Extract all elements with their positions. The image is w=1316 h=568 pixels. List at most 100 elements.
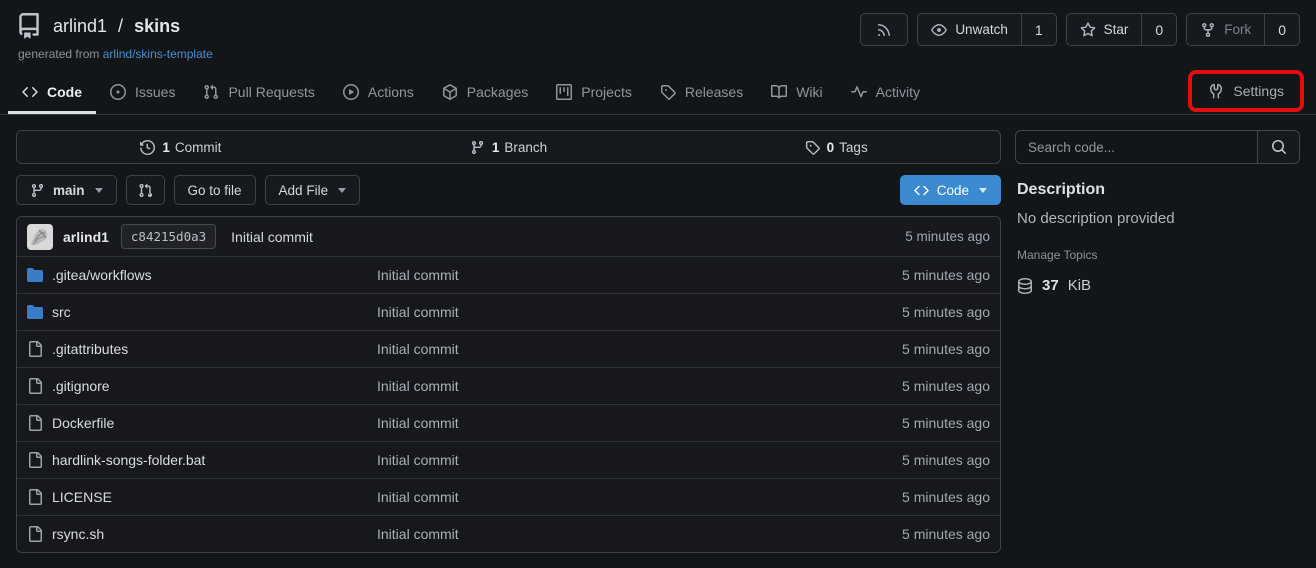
tag-icon <box>660 84 676 100</box>
branches-label: Branch <box>504 140 547 155</box>
file-name: .gitea/workflows <box>52 267 152 283</box>
repo-size: 37 KiB <box>1017 277 1298 294</box>
repo-size-unit: KiB <box>1068 277 1091 294</box>
go-to-file-button[interactable]: Go to file <box>174 175 256 205</box>
stars-count[interactable]: 0 <box>1141 14 1176 45</box>
file-commit-message[interactable]: Initial commit <box>377 489 902 505</box>
watchers-count[interactable]: 1 <box>1021 14 1056 45</box>
file-commit-time: 5 minutes ago <box>902 489 990 505</box>
chevron-down-icon <box>979 188 987 193</box>
file-row: rsync.sh Initial commit 5 minutes ago <box>17 515 1000 552</box>
avatar[interactable] <box>27 224 53 250</box>
star-button[interactable]: Star <box>1067 14 1142 45</box>
unwatch-button[interactable]: Unwatch <box>918 14 1021 45</box>
add-file-button[interactable]: Add File <box>265 175 361 205</box>
fork-button[interactable]: Fork <box>1187 14 1264 45</box>
tab-activity-label: Activity <box>876 84 920 100</box>
folder-icon <box>27 267 43 283</box>
tab-issues[interactable]: Issues <box>96 71 189 114</box>
repo-name-link[interactable]: skins <box>134 16 180 37</box>
play-circle-icon <box>343 84 359 100</box>
file-commit-message[interactable]: Initial commit <box>377 304 902 320</box>
branches-stat[interactable]: 1 Branch <box>345 131 673 163</box>
file-name: LICENSE <box>52 489 112 505</box>
file-row: hardlink-songs-folder.bat Initial commit… <box>17 441 1000 478</box>
tab-releases-label: Releases <box>685 84 743 100</box>
settings-highlight-annotation: Settings <box>1188 70 1304 112</box>
forks-count[interactable]: 0 <box>1264 14 1299 45</box>
watch-button-group: Unwatch 1 <box>917 13 1056 46</box>
code-button-label: Code <box>937 183 969 198</box>
file-commit-time: 5 minutes ago <box>902 304 990 320</box>
tab-settings[interactable]: Settings <box>1192 74 1300 108</box>
file-commit-message[interactable]: Initial commit <box>377 378 902 394</box>
tab-activity[interactable]: Activity <box>837 71 934 114</box>
tab-pull-requests[interactable]: Pull Requests <box>189 71 328 114</box>
package-icon <box>442 84 458 100</box>
file-row: .gitignore Initial commit 5 minutes ago <box>17 367 1000 404</box>
file-commit-time: 5 minutes ago <box>902 526 990 542</box>
fork-button-group: Fork 0 <box>1186 13 1300 46</box>
tools-icon <box>1208 83 1224 99</box>
compare-branches-button[interactable] <box>126 175 165 205</box>
commit-sha-link[interactable]: c84215d0a3 <box>121 224 216 249</box>
repo-title: arlind1 / skins <box>16 13 213 39</box>
main-column: 1 Commit 1 Branch 0 Tags main <box>16 130 1001 553</box>
tab-releases[interactable]: Releases <box>646 71 757 114</box>
tab-packages[interactable]: Packages <box>428 71 542 114</box>
manage-topics-link[interactable]: Manage Topics <box>1017 248 1298 262</box>
branch-icon <box>470 140 485 155</box>
rss-button[interactable] <box>860 13 908 46</box>
tab-packages-label: Packages <box>467 84 528 100</box>
file-commit-message[interactable]: Initial commit <box>377 526 902 542</box>
branches-count: 1 <box>492 140 500 155</box>
star-icon <box>1080 22 1096 38</box>
file-link[interactable]: src <box>27 304 377 320</box>
file-table: arlind1 c84215d0a3 Initial commit 5 minu… <box>16 216 1001 553</box>
commit-author-link[interactable]: arlind1 <box>63 229 109 245</box>
code-toolbar: main Go to file Add File Code <box>16 175 1001 205</box>
file-link[interactable]: rsync.sh <box>27 526 377 542</box>
folder-icon <box>27 304 43 320</box>
template-repo-link[interactable]: arlind/skins-template <box>103 47 213 61</box>
tab-projects-label: Projects <box>581 84 632 100</box>
code-download-button[interactable]: Code <box>900 175 1001 205</box>
repo-action-buttons: Unwatch 1 Star 0 Fork 0 <box>860 13 1300 46</box>
file-commit-message[interactable]: Initial commit <box>377 452 902 468</box>
file-name: .gitignore <box>52 378 110 394</box>
branch-selector[interactable]: main <box>16 175 117 205</box>
search-input[interactable] <box>1016 131 1257 163</box>
file-commit-time: 5 minutes ago <box>902 267 990 283</box>
file-link[interactable]: .gitattributes <box>27 341 377 357</box>
go-to-file-label: Go to file <box>188 183 242 198</box>
repo-stats-bar: 1 Commit 1 Branch 0 Tags <box>16 130 1001 164</box>
tab-actions[interactable]: Actions <box>329 71 428 114</box>
tab-settings-label: Settings <box>1233 83 1284 99</box>
tab-projects[interactable]: Projects <box>542 71 646 114</box>
file-icon <box>27 489 43 505</box>
repo-owner-link[interactable]: arlind1 <box>53 16 107 37</box>
tags-stat[interactable]: 0 Tags <box>672 131 1000 163</box>
star-label: Star <box>1104 22 1129 37</box>
file-link[interactable]: .gitea/workflows <box>27 267 377 283</box>
commit-message-link[interactable]: Initial commit <box>231 229 313 245</box>
file-commit-message[interactable]: Initial commit <box>377 415 902 431</box>
tab-wiki[interactable]: Wiki <box>757 71 836 114</box>
search-button[interactable] <box>1257 131 1299 163</box>
file-commit-message[interactable]: Initial commit <box>377 341 902 357</box>
file-name: src <box>52 304 71 320</box>
file-link[interactable]: .gitignore <box>27 378 377 394</box>
repo-sidebar: Description No description provided Mana… <box>1015 130 1300 294</box>
file-link[interactable]: Dockerfile <box>27 415 377 431</box>
file-commit-message[interactable]: Initial commit <box>377 267 902 283</box>
tab-code[interactable]: Code <box>8 71 96 114</box>
commits-stat[interactable]: 1 Commit <box>17 131 345 163</box>
file-link[interactable]: LICENSE <box>27 489 377 505</box>
current-branch-name: main <box>53 183 85 198</box>
fork-icon <box>1200 22 1216 38</box>
file-link[interactable]: hardlink-songs-folder.bat <box>27 452 377 468</box>
repo-title-block: arlind1 / skins generated from arlind/sk… <box>16 13 213 61</box>
repo-book-icon <box>16 13 42 39</box>
file-row: Dockerfile Initial commit 5 minutes ago <box>17 404 1000 441</box>
file-icon <box>27 378 43 394</box>
